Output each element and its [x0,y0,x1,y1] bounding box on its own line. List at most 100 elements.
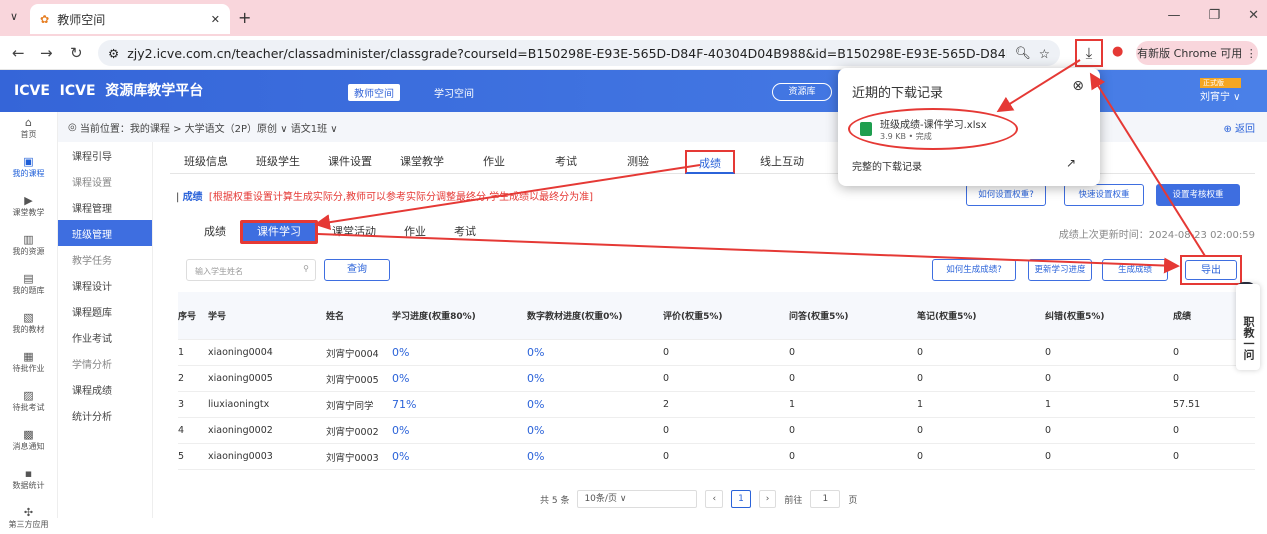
forward-icon[interactable]: → [40,44,53,62]
table-cell: xiaoning0004 [208,347,273,358]
leftnav-item[interactable]: ▤ 我的题库 [0,268,57,300]
leftnav-item[interactable]: ▪ 数据统计 [0,463,57,495]
tab-search-icon[interactable]: ∨ [10,10,18,23]
tab-6[interactable]: 测验 [602,150,674,174]
goto-input[interactable]: 1 [810,490,841,508]
header-cell[interactable]: 学习进度(权重80%) [392,309,527,322]
side-menu-item: 学情分析 [72,359,112,371]
table-cell: 0% [392,346,410,359]
teacher-space-tab[interactable]: 教师空间 [348,84,400,101]
restore-icon[interactable]: ❐ [1208,8,1220,23]
table-cell: 0% [527,424,545,437]
how-gen-grade-button[interactable]: 如何生成成绩? [932,259,1016,281]
header-cell[interactable]: 数字教材进度(权重0%) [527,309,663,322]
close-tab-icon[interactable]: ✕ [211,13,220,26]
header-cell[interactable]: 成绩 [1173,309,1233,322]
exam-weight-button[interactable]: 设置考核权重 [1156,184,1240,206]
update-progress-button[interactable]: 更新学习进度 [1028,259,1092,281]
nav-icon: ▶ [24,193,33,207]
subtab-4[interactable]: 考试 [440,220,490,244]
leftnav-item[interactable]: ▥ 我的资源 [0,229,57,261]
zhijiao-ask-button[interactable]: 职教一问 [1236,284,1260,370]
site-info-icon[interactable]: ⚙ [108,46,119,61]
query-button[interactable]: 查询 [324,259,390,281]
tab-1[interactable]: 班级学生 [242,150,314,174]
new-tab-icon[interactable]: + [238,8,251,27]
leftnav-item[interactable]: ▨ 待批考试 [0,385,57,417]
quick-weight-button[interactable]: 快速设置权重 [1064,184,1144,206]
minimize-icon[interactable]: — [1167,8,1180,23]
page-size-select[interactable]: 10条/页 ∨ [577,490,698,508]
grade-table: 序号 学号 姓名 学习进度(权重80%) 数字教材进度(权重0%) 评价(权重5%) 问答(… [178,292,1255,470]
nav-icon: ▧ [23,310,34,324]
side-menu-item[interactable]: 课程成绩 [58,376,152,402]
leftnav-item[interactable]: ✣ 第三方应用 [0,502,57,534]
open-external-icon[interactable]: ↗ [1066,156,1076,170]
user-menu[interactable]: 正式版 刘宵宁 ∨ [1200,78,1241,103]
current-page[interactable]: 1 [731,490,751,508]
table-cell: 0% [392,372,410,385]
pagination: 共 5 条 10条/页 ∨ ‹ 1 › 前往 1 页 [540,490,857,508]
next-page-button[interactable]: › [758,490,777,508]
header-cell[interactable]: 笔记(权重5%) [917,309,1045,322]
subtab-0[interactable]: 成绩 [190,220,240,244]
leftnav-item[interactable]: ▩ 消息通知 [0,424,57,456]
table-cell: xiaoning0002 [208,425,273,436]
browser-tab[interactable]: ✿ 教师空间 ✕ [30,4,230,34]
breadcrumb-text[interactable]: 当前位置：我的课程 > 大学语文（2P）原创 ∨ 语文1班 ∨ [80,120,338,135]
close-circle-icon[interactable]: ⊗ [1072,78,1084,94]
chrome-update-button[interactable]: 有新版 Chrome 可用 ⋮ [1136,41,1258,65]
side-menu-item[interactable]: 课程引导 [58,142,152,168]
header-cell[interactable]: 序号 [178,309,208,322]
table-cell: 2 [663,399,670,410]
tab-2[interactable]: 课件设置 [314,150,386,174]
study-space-tab[interactable]: 学习空间 [434,85,474,100]
subtab-3[interactable]: 作业 [390,220,440,244]
leftnav-item[interactable]: ▣ 我的课程 [0,151,57,183]
side-menu-item[interactable]: 统计分析 [58,402,152,428]
nav-icon: ▤ [23,271,34,285]
header-cell[interactable]: 姓名 [326,309,392,322]
side-menu-item[interactable]: 课程设计 [58,272,152,298]
export-button[interactable]: 导出 [1185,260,1237,280]
side-menu-item[interactable]: 课程题库 [58,298,152,324]
gen-grade-button[interactable]: 生成成绩 [1102,259,1168,281]
side-menu-item[interactable]: 作业考试 [58,324,152,350]
leftnav-item[interactable]: ▧ 我的教材 [0,307,57,339]
tab-3[interactable]: 课堂教学 [386,150,458,174]
tab-4[interactable]: 作业 [458,150,530,174]
header-cell[interactable]: 纠错(权重5%) [1045,309,1173,322]
header-cell[interactable]: 学号 [208,309,326,322]
tab-8[interactable]: 线上互动 [746,150,818,174]
leftnav-item[interactable]: ▦ 待批作业 [0,346,57,378]
subtab-1[interactable]: 课件学习 [240,220,318,244]
resource-lib-button[interactable]: 资源库 [772,83,832,101]
leftnav-item[interactable]: ▶ 课堂教学 [0,190,57,222]
side-menu-item[interactable]: 班级管理 [58,220,152,246]
download-icon[interactable]: ⤓ [1075,39,1103,67]
how-set-weight-button[interactable]: 如何设置权重? [966,184,1046,206]
logo-text: 资源库教学平台 [105,83,204,99]
zoom-icon[interactable]: 🔍︎ [1015,45,1031,61]
bookmark-star-icon[interactable]: ☆ [1039,46,1050,61]
tab-5[interactable]: 考试 [530,150,602,174]
table-cell: 0 [663,425,670,436]
header-cell[interactable]: 评价(权重5%) [663,309,789,322]
subtab-2[interactable]: 课堂活动 [318,220,390,244]
url-field[interactable]: ⚙ zjy2.icve.com.cn/teacher/classadminist… [98,40,1060,66]
tab-7[interactable]: 成绩 [685,150,735,174]
close-window-icon[interactable]: ✕ [1248,8,1259,23]
tab-0[interactable]: 班级信息 [170,150,242,174]
search-input[interactable]: 输入学生姓名 ⚲ [186,259,316,281]
header-cell[interactable]: 问答(权重5%) [789,309,917,322]
profile-icon[interactable]: ● [1112,44,1123,59]
all-downloads-link[interactable]: 完整的下载记录 [852,158,922,173]
reload-icon[interactable]: ↻ [70,44,83,62]
side-menu-item[interactable]: 课程管理 [58,194,152,220]
download-item[interactable]: 班级成绩-课件学习.xlsx 3.9 KB • 完成 [848,108,1018,150]
app-logo[interactable]: ICVE ICVE 资源库教学平台 [14,80,203,100]
prev-page-button[interactable]: ‹ [705,490,724,508]
leftnav-item[interactable]: ⌂ 首页 [0,112,57,144]
back-link[interactable]: ⊕ 返回 [1223,120,1255,135]
back-icon[interactable]: ← [12,44,25,62]
